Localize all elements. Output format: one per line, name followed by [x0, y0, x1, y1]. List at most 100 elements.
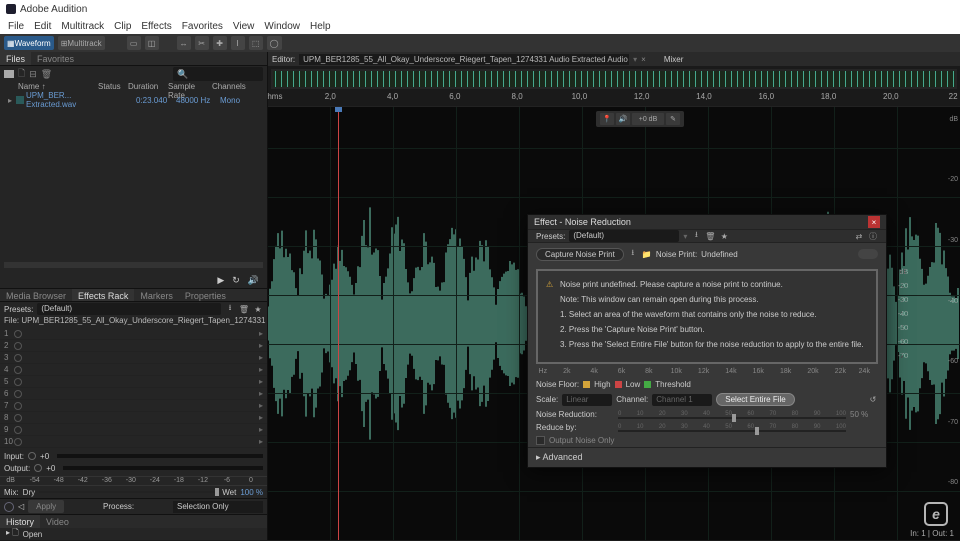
fx-slot[interactable]: 5▸: [0, 376, 267, 388]
delete-preset-icon[interactable]: 🗑: [239, 304, 249, 314]
favorite-icon[interactable]: ★: [719, 231, 729, 241]
search-input[interactable]: 🔍: [173, 67, 263, 81]
menu-favorites[interactable]: Favorites: [177, 21, 228, 32]
tool-lasso[interactable]: ◯: [267, 36, 282, 50]
col-duration[interactable]: Duration: [128, 82, 168, 94]
fx-slot[interactable]: 7▸: [0, 400, 267, 412]
tool-move[interactable]: ↔: [177, 36, 191, 50]
hud-volume-icon[interactable]: 🔊: [616, 113, 630, 125]
menu-multitrack[interactable]: Multitrack: [56, 21, 109, 32]
tab-favorites[interactable]: Favorites: [31, 52, 80, 65]
capture-noise-print-button[interactable]: Capture Noise Print: [536, 248, 624, 261]
fx-slot[interactable]: 3▸: [0, 352, 267, 364]
col-channels[interactable]: Channels: [212, 82, 248, 94]
close-icon[interactable]: ×: [868, 216, 880, 228]
tab-files[interactable]: Files: [0, 52, 31, 65]
hud-pin-icon[interactable]: 📍: [600, 113, 614, 125]
fx-slot[interactable]: 4▸: [0, 364, 267, 376]
playhead-marker-icon[interactable]: [335, 106, 342, 112]
trash-icon[interactable]: 🗑: [41, 69, 52, 80]
scale-dropdown[interactable]: Linear: [562, 394, 612, 406]
power-icon[interactable]: [14, 438, 22, 446]
tool-marquee[interactable]: ⬚: [249, 36, 263, 50]
power-icon[interactable]: [14, 342, 22, 350]
apply-button[interactable]: Apply: [28, 500, 64, 513]
menu-view[interactable]: View: [228, 21, 260, 32]
power-icon[interactable]: [14, 354, 22, 362]
new-file-icon[interactable]: 🗋: [18, 66, 25, 82]
file-row[interactable]: ▸ UPM_BER... Extracted.wav 0:23.040 4800…: [0, 94, 267, 106]
menu-edit[interactable]: Edit: [29, 21, 56, 32]
loop-icon[interactable]: ↻: [232, 275, 240, 286]
select-entire-file-button[interactable]: Select Entire File: [716, 393, 794, 406]
power-toggle-icon[interactable]: [4, 502, 14, 512]
multitrack-view-btn[interactable]: ⊞ Multitrack: [58, 36, 105, 50]
history-item[interactable]: ▸ 🗋 Open: [0, 528, 267, 540]
files-scrollbar[interactable]: [4, 262, 263, 268]
power-icon[interactable]: [14, 402, 22, 410]
channel-dropdown[interactable]: Channel 1: [652, 394, 712, 406]
tab-media-browser[interactable]: Media Browser: [0, 289, 72, 301]
fx-slot[interactable]: 10▸: [0, 436, 267, 448]
delete-preset-icon[interactable]: 🗑: [705, 231, 715, 241]
auto-play-icon[interactable]: 🔊: [248, 275, 259, 286]
save-preset-icon[interactable]: ⭳: [691, 231, 701, 241]
hud-gain-value[interactable]: +0 dB: [632, 113, 664, 125]
menu-help[interactable]: Help: [305, 21, 336, 32]
save-np-icon[interactable]: ⭳: [628, 249, 638, 259]
noise-reduction-slider[interactable]: [618, 417, 846, 419]
expand-icon[interactable]: ▸: [8, 96, 16, 105]
reset-icon[interactable]: ↺: [868, 395, 878, 405]
editor-file-dropdown[interactable]: UPM_BER1285_55_All_Okay_Underscore_Riege…: [299, 54, 629, 65]
tool-razor[interactable]: ✂: [195, 36, 209, 50]
tool-time-select[interactable]: I: [231, 36, 245, 50]
modal-presets-dropdown[interactable]: (Default): [569, 230, 679, 242]
close-file-icon[interactable]: ×: [641, 55, 646, 64]
power-icon[interactable]: [14, 426, 22, 434]
presets-dropdown[interactable]: (Default): [37, 303, 221, 315]
fx-slot[interactable]: 8▸: [0, 412, 267, 424]
playhead[interactable]: [338, 107, 339, 540]
import-icon[interactable]: ⊟: [29, 69, 37, 80]
process-dropdown[interactable]: Selection Only: [173, 501, 263, 513]
hud-edit-icon[interactable]: ✎: [666, 113, 680, 125]
fx-slot[interactable]: 1▸: [0, 328, 267, 340]
tool-pan[interactable]: ◫: [145, 36, 159, 50]
power-icon[interactable]: [14, 414, 22, 422]
tab-markers[interactable]: Markers: [134, 289, 179, 301]
tab-video[interactable]: Video: [40, 515, 75, 528]
toggle-graph[interactable]: [858, 249, 878, 259]
waveform-view-btn[interactable]: ▦ Waveform: [4, 36, 54, 50]
tab-properties[interactable]: Properties: [179, 289, 232, 301]
preview-icon[interactable]: ◁: [18, 502, 24, 511]
power-icon[interactable]: [14, 366, 22, 374]
time-ruler[interactable]: hms 2,04,06,08,010,012,014,016,018,020,0…: [268, 92, 960, 106]
save-preset-icon[interactable]: ⭳: [225, 304, 235, 314]
menu-effects[interactable]: Effects: [136, 21, 176, 32]
play-icon[interactable]: ▶: [217, 275, 224, 286]
overview-waveform[interactable]: [271, 69, 957, 89]
menu-window[interactable]: Window: [259, 21, 305, 32]
col-samplerate[interactable]: Sample Rate: [168, 82, 212, 94]
open-folder-icon[interactable]: [4, 70, 14, 78]
mixer-tab[interactable]: Mixer: [664, 55, 684, 64]
reduce-by-slider[interactable]: [618, 430, 846, 432]
fx-slot[interactable]: 6▸: [0, 388, 267, 400]
load-np-icon[interactable]: 📁: [642, 249, 652, 259]
nr-value[interactable]: 50 %: [850, 410, 878, 419]
output-noise-only-checkbox[interactable]: [536, 436, 545, 445]
output-knob[interactable]: [34, 464, 42, 472]
favorite-preset-icon[interactable]: ★: [253, 304, 263, 314]
mix-slider[interactable]: [39, 491, 218, 493]
power-icon[interactable]: [14, 390, 22, 398]
tool-heal[interactable]: ✚: [213, 36, 227, 50]
wet-value[interactable]: 100 %: [240, 488, 263, 497]
fx-slot[interactable]: 9▸: [0, 424, 267, 436]
input-knob[interactable]: [28, 452, 36, 460]
advanced-section[interactable]: ▸ Advanced: [528, 447, 886, 467]
power-icon[interactable]: [14, 378, 22, 386]
info-icon[interactable]: ⓘ: [868, 231, 878, 241]
fx-slot[interactable]: 2▸: [0, 340, 267, 352]
power-icon[interactable]: [14, 330, 22, 338]
tab-effects-rack[interactable]: Effects Rack: [72, 289, 134, 301]
